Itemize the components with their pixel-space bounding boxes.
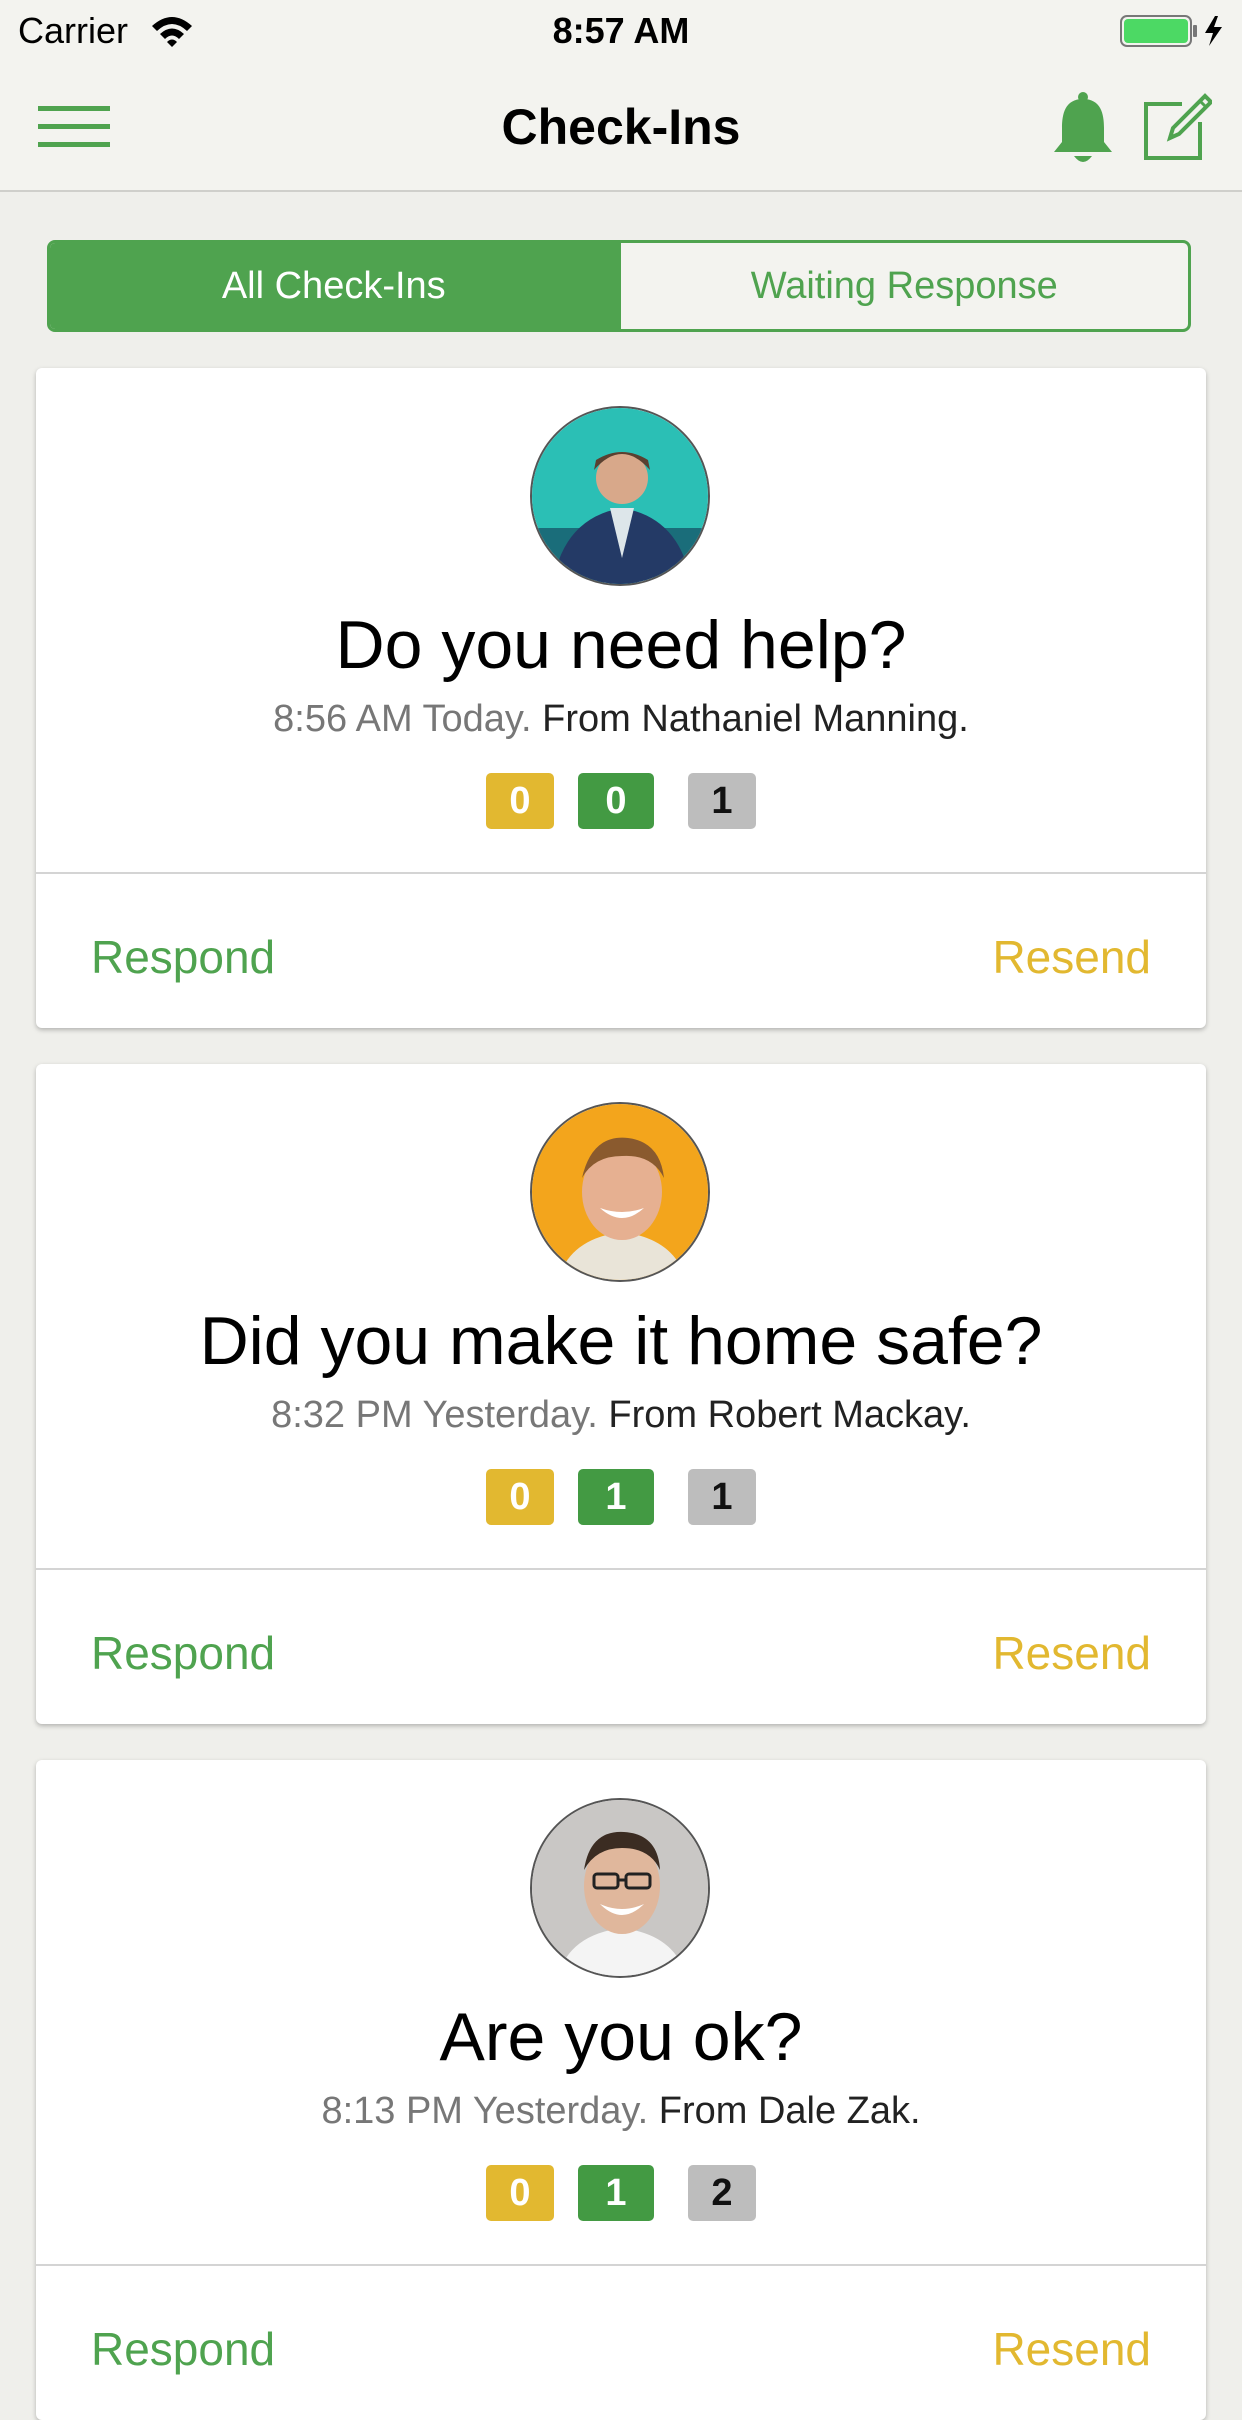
avatar — [530, 1102, 710, 1282]
pending-count-badge: 0 — [486, 773, 554, 829]
pending-count-badge: 0 — [486, 2165, 554, 2221]
checkin-time: 8:13 PM Yesterday. — [321, 2090, 649, 2132]
checkin-question: Did you make it home safe? — [199, 1303, 1043, 1379]
checkin-card: Are you ok? 8:13 PM Yesterday. From Dale… — [36, 1760, 1206, 2420]
checkin-time: 8:32 PM Yesterday. — [271, 1394, 598, 1436]
compose-icon[interactable] — [1142, 90, 1214, 167]
respond-button[interactable]: Respond — [91, 1626, 275, 1680]
total-count-badge: 1 — [688, 1469, 756, 1525]
checkin-time: 8:56 AM Today. — [273, 698, 532, 740]
pending-count-badge: 0 — [486, 1469, 554, 1525]
resend-button[interactable]: Resend — [992, 2322, 1151, 2376]
tab-all-checkins[interactable]: All Check-Ins — [50, 243, 618, 329]
checkin-meta: 8:13 PM Yesterday. From Dale Zak. — [36, 2090, 1206, 2133]
responded-count-badge: 1 — [578, 1469, 654, 1525]
checkin-question: Are you ok? — [439, 1999, 803, 2075]
bell-icon[interactable] — [1050, 92, 1116, 171]
checkin-card: Do you need help? 8:56 AM Today. From Na… — [36, 368, 1206, 1028]
divider — [36, 1568, 1206, 1570]
checkin-from: From Robert Mackay. — [608, 1394, 971, 1436]
resend-button[interactable]: Resend — [992, 1626, 1151, 1680]
divider — [36, 872, 1206, 874]
checkin-card: Did you make it home safe? 8:32 PM Yeste… — [36, 1064, 1206, 1724]
resend-button[interactable]: Resend — [992, 930, 1151, 984]
checkin-from: From Dale Zak. — [658, 2090, 921, 2132]
avatar — [530, 1798, 710, 1978]
responded-count-badge: 1 — [578, 2165, 654, 2221]
status-bar: Carrier 8:57 AM — [0, 0, 1242, 62]
divider — [36, 2264, 1206, 2266]
total-count-badge: 1 — [688, 773, 756, 829]
count-badges: 0 1 2 — [36, 2165, 1206, 2221]
battery-icon — [1120, 14, 1230, 53]
tab-waiting-response[interactable]: Waiting Response — [617, 243, 1189, 329]
total-count-badge: 2 — [688, 2165, 756, 2221]
checkin-meta: 8:32 PM Yesterday. From Robert Mackay. — [36, 1394, 1206, 1437]
respond-button[interactable]: Respond — [91, 930, 275, 984]
status-time: 8:57 AM — [552, 10, 690, 51]
filter-segmented-control: All Check-Ins Waiting Response — [47, 240, 1191, 332]
responded-count-badge: 0 — [578, 773, 654, 829]
checkin-question: Do you need help? — [335, 607, 907, 683]
checkin-meta: 8:56 AM Today. From Nathaniel Manning. — [36, 698, 1206, 741]
avatar — [530, 406, 710, 586]
count-badges: 0 0 1 — [36, 773, 1206, 829]
respond-button[interactable]: Respond — [91, 2322, 275, 2376]
checkin-from: From Nathaniel Manning. — [542, 698, 969, 740]
count-badges: 0 1 1 — [36, 1469, 1206, 1525]
nav-bar: Check-Ins — [0, 62, 1242, 192]
